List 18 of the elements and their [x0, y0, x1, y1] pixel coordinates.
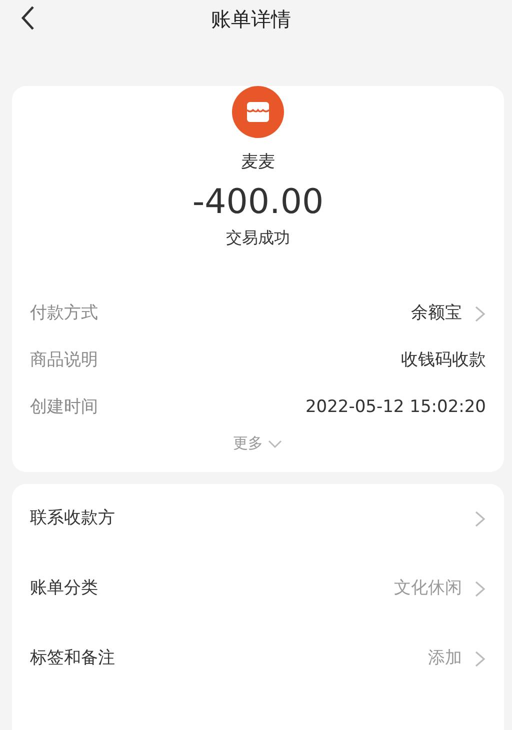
- chevron-icon: [474, 304, 486, 323]
- page-title: 账单详情: [211, 6, 291, 33]
- detail-label: 付款方式: [30, 302, 98, 326]
- chevron-icon: [474, 510, 486, 528]
- action-row[interactable]: 账单分类 文化休闲: [12, 554, 504, 624]
- chevron-icon: [474, 650, 486, 668]
- amount: -400.00: [192, 182, 324, 222]
- chevron-down-icon: [267, 439, 283, 450]
- detail-value: 余额宝: [411, 302, 462, 326]
- action-row[interactable]: 联系收款方: [12, 484, 504, 554]
- detail-value: 2022-05-12 15:02:20: [305, 396, 486, 420]
- detail-label: 商品说明: [30, 349, 98, 372]
- transaction-status: 交易成功: [226, 227, 290, 250]
- detail-label: 创建时间: [30, 396, 98, 420]
- action-row[interactable]: 标签和备注 添加: [12, 624, 504, 694]
- chevron-icon: [474, 580, 486, 598]
- detail-value: 收钱码收款: [401, 349, 486, 372]
- payee-name: 麦麦: [241, 151, 275, 174]
